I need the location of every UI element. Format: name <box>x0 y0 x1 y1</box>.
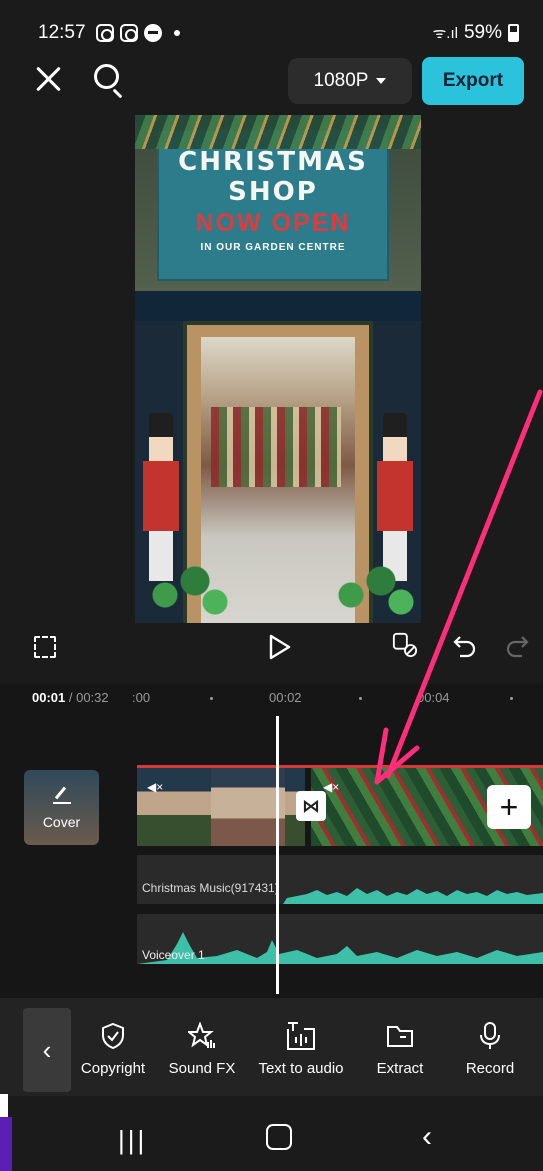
voiceover-track[interactable]: Voiceover 1 <box>137 914 543 964</box>
transition-button[interactable]: ⋈ <box>296 791 326 821</box>
voiceover-track-name: Voiceover 1 <box>142 948 205 962</box>
notification-icons <box>95 24 180 42</box>
tool-text-to-audio[interactable]: Text to audio <box>251 1018 351 1077</box>
add-clip-button[interactable]: + <box>487 785 531 829</box>
sign-line-2: SHOP <box>228 177 318 207</box>
music-track-name: Christmas Music(917431) <box>142 881 279 895</box>
export-button[interactable]: Export <box>422 57 524 105</box>
shield-check-icon <box>63 1018 163 1054</box>
christmas-shop-sign: CHRISTMAS SHOP NOW OPEN IN OUR GARDEN CE… <box>157 129 389 281</box>
holly-decoration <box>135 553 235 623</box>
tool-record[interactable]: Record <box>440 1018 540 1077</box>
microphone-icon <box>440 1018 540 1054</box>
video-track[interactable] <box>137 765 543 846</box>
ruler-label: 00:04 <box>417 690 450 705</box>
resolution-value: 1080P <box>313 70 369 91</box>
keyframe-icon[interactable] <box>392 632 418 658</box>
chevron-down-icon <box>376 78 387 84</box>
garland-decoration <box>135 115 421 149</box>
resolution-dropdown[interactable]: 1080P <box>288 58 412 104</box>
tool-label: Text to audio <box>258 1060 344 1077</box>
search-icon[interactable] <box>92 62 128 99</box>
tool-copyright[interactable]: Copyright <box>63 1018 163 1077</box>
time-readout: 00:01 / 00:32 <box>32 690 109 705</box>
tool-extract[interactable]: Extract <box>350 1018 450 1077</box>
close-icon[interactable] <box>32 62 66 96</box>
tool-label: Copyright <box>80 1060 146 1077</box>
total-time: / 00:32 <box>68 690 109 705</box>
text-audio-icon <box>251 1018 351 1054</box>
system-status: ᯤ.ıl 59% <box>433 22 519 44</box>
ruler-label: 00:02 <box>269 690 302 705</box>
instagram-icon <box>119 24 138 42</box>
undo-icon[interactable] <box>452 632 478 658</box>
sign-line-4: IN OUR GARDEN CENTRE <box>200 242 346 253</box>
tool-sound-fx[interactable]: Sound FX <box>152 1018 252 1077</box>
do-not-disturb-icon <box>143 24 162 42</box>
edit-icon <box>53 786 71 804</box>
play-icon[interactable] <box>268 634 292 660</box>
sign-line-1: CHRISTMAS <box>178 147 368 177</box>
battery-percent: 59% <box>463 22 502 43</box>
status-time: 12:57 <box>38 22 86 43</box>
wifi-signal-icon: ᯤ.ıl <box>432 25 458 42</box>
battery-icon <box>508 24 519 42</box>
redo-icon[interactable] <box>504 632 530 658</box>
music-track[interactable]: Christmas Music(917431) <box>137 870 543 904</box>
mute-icon[interactable]: ◀× <box>147 780 163 794</box>
tool-label: Extract <box>376 1060 424 1077</box>
video-clip-frame <box>211 768 285 846</box>
back-icon[interactable]: ‹ <box>422 1120 432 1154</box>
fullscreen-icon[interactable] <box>34 636 56 658</box>
sign-line-3: NOW OPEN <box>195 209 351 237</box>
playhead[interactable] <box>276 716 279 994</box>
cover-label: Cover <box>42 814 81 830</box>
holly-decoration <box>321 553 421 623</box>
ruler-label: :00 <box>132 690 151 705</box>
video-preview[interactable]: CHRISTMAS SHOP NOW OPEN IN OUR GARDEN CE… <box>135 115 421 623</box>
star-sound-icon <box>152 1018 252 1054</box>
tool-label: Record <box>465 1060 515 1077</box>
video-editor-screen: 12:57 ᯤ.ıl 59% 1080P Export CHRISTMAS SH… <box>0 0 543 1171</box>
instagram-icon <box>95 24 114 42</box>
current-time: 00:01 <box>32 690 66 705</box>
more-notifications-icon <box>173 30 180 36</box>
tool-label: Sound FX <box>168 1060 236 1077</box>
folder-icon <box>350 1018 450 1054</box>
cover-button[interactable]: Cover <box>24 770 99 845</box>
recent-apps-icon[interactable]: ||| <box>118 1125 147 1156</box>
home-icon[interactable] <box>266 1124 292 1150</box>
status-bar: 12:57 ᯤ.ıl 59% <box>38 18 519 48</box>
